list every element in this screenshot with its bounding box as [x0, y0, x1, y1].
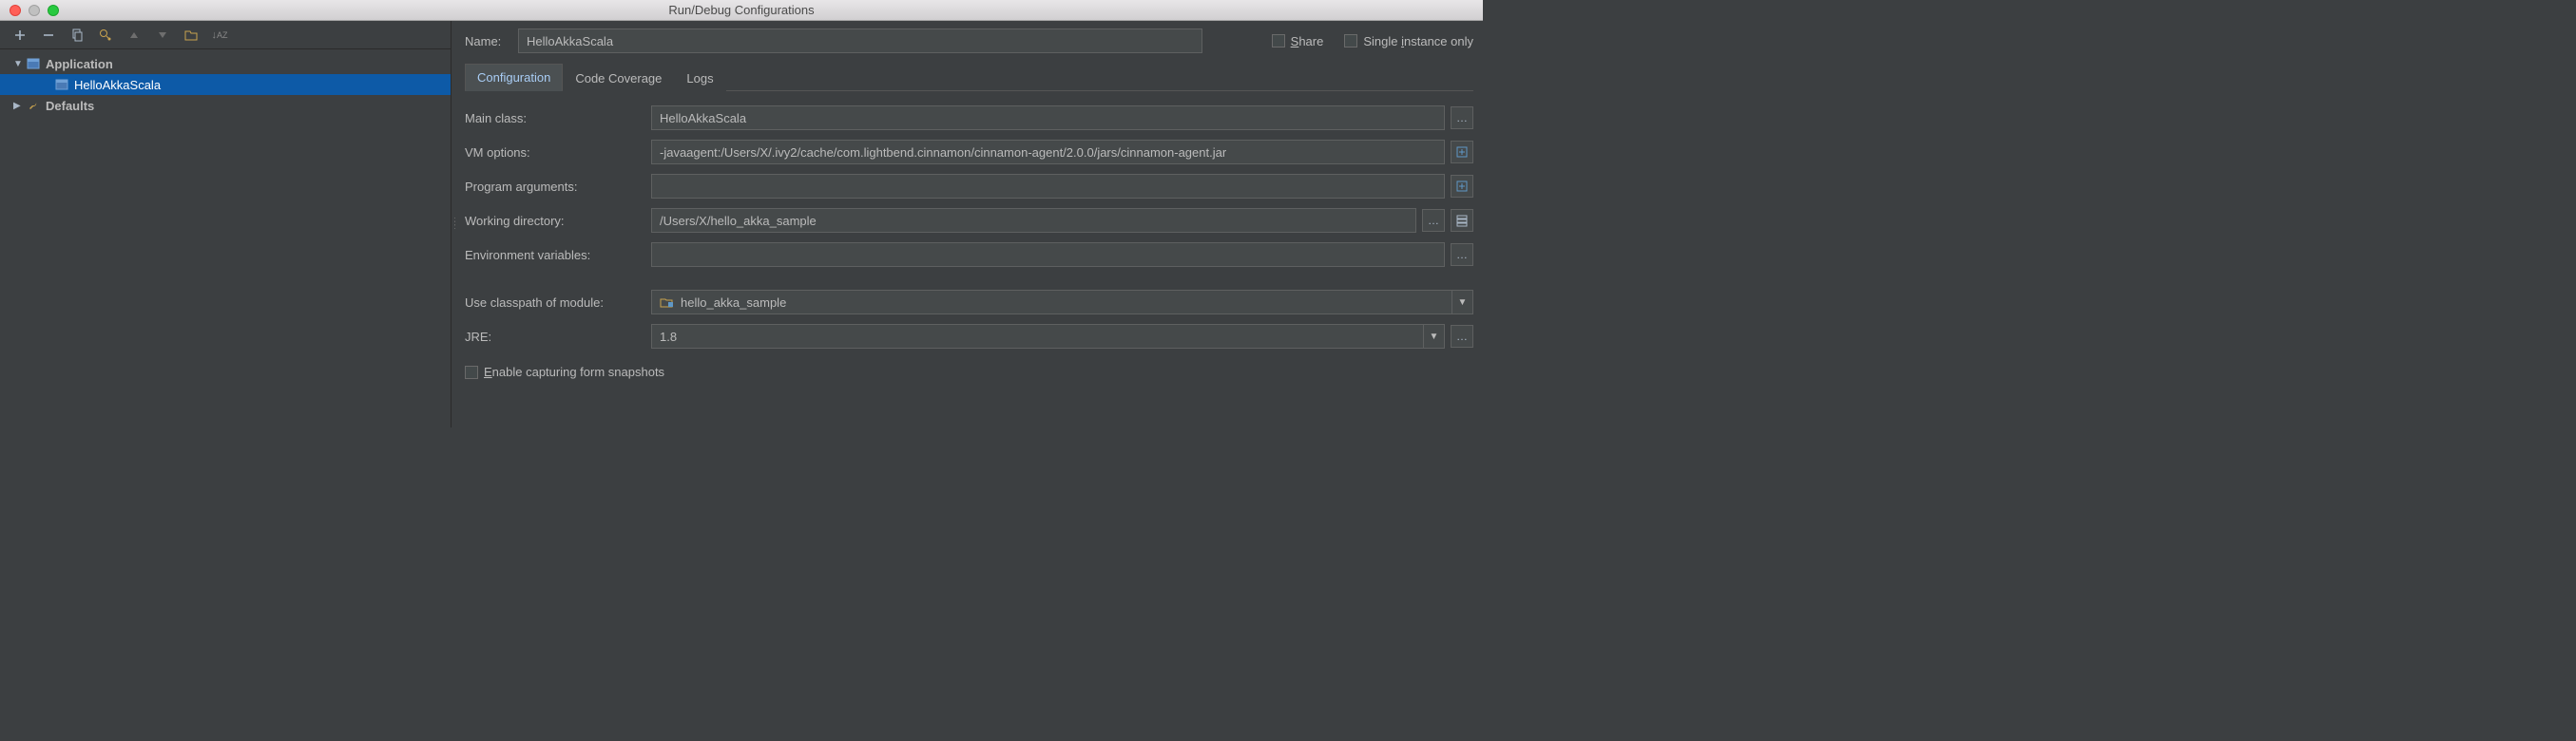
single-instance-checkbox[interactable]: Single instance only [1344, 34, 1473, 48]
env-vars-label: Environment variables: [465, 248, 645, 262]
config-header-row: Name: Share Single instance only [465, 28, 1473, 63]
tab-code-coverage[interactable]: Code Coverage [563, 65, 674, 91]
browse-jre-button[interactable]: … [1451, 325, 1473, 348]
traffic-lights [0, 5, 59, 16]
working-dir-row: Working directory: … [465, 203, 1473, 238]
enable-snapshots-checkbox[interactable]: Enable capturing form snapshots [465, 365, 664, 379]
chevron-down-icon: ▼ [1451, 290, 1472, 314]
program-args-row: Program arguments: [465, 169, 1473, 203]
maximize-window-button[interactable] [48, 5, 59, 16]
remove-config-button[interactable] [40, 27, 57, 44]
config-tabs: Configuration Code Coverage Logs [465, 63, 1473, 91]
main-class-label: Main class: [465, 111, 645, 125]
application-item-icon [55, 79, 70, 90]
main-class-input[interactable] [651, 105, 1445, 130]
tree-toolbar: ↓AZ [0, 21, 451, 49]
expand-program-args-button[interactable] [1451, 175, 1473, 198]
close-window-button[interactable] [10, 5, 21, 16]
checkbox-icon [1272, 34, 1285, 48]
config-tree: ▼ Application HelloAkkaScala ▶ Defaults [0, 49, 451, 428]
wrench-icon [27, 99, 42, 112]
share-label: Share [1291, 34, 1324, 48]
expand-arrow-icon: ▼ [13, 59, 23, 69]
tree-node-defaults[interactable]: ▶ Defaults [0, 95, 451, 116]
expand-vm-options-button[interactable] [1451, 141, 1473, 163]
program-args-label: Program arguments: [465, 180, 645, 194]
tree-node-helloakkascala[interactable]: HelloAkkaScala [0, 74, 451, 95]
vm-options-input[interactable] [651, 140, 1445, 164]
jre-row: JRE: 1.8 ▼ … [465, 319, 1473, 353]
classpath-label: Use classpath of module: [465, 295, 645, 310]
program-args-input[interactable] [651, 174, 1445, 199]
vm-options-row: VM options: [465, 135, 1473, 169]
main-class-row: Main class: … [465, 101, 1473, 135]
tab-logs[interactable]: Logs [674, 65, 725, 91]
path-vars-button[interactable] [1451, 209, 1473, 232]
tab-configuration[interactable]: Configuration [465, 64, 563, 91]
checkbox-icon [465, 366, 478, 379]
copy-config-button[interactable] [68, 27, 86, 44]
classpath-row: Use classpath of module: hello_akka_samp… [465, 285, 1473, 319]
classpath-module-select[interactable]: hello_akka_sample ▼ [651, 290, 1473, 314]
vm-options-label: VM options: [465, 145, 645, 160]
share-checkbox[interactable]: Share [1272, 34, 1324, 48]
configuration-form: Main class: … VM options: Program argume… [465, 91, 1473, 379]
move-up-button[interactable] [125, 27, 143, 44]
edit-env-vars-button[interactable]: … [1451, 243, 1473, 266]
application-icon [27, 58, 42, 69]
folder-button[interactable] [183, 27, 200, 44]
jre-value: 1.8 [660, 330, 677, 344]
tree-label: Application [46, 57, 113, 71]
classpath-module-value: hello_akka_sample [681, 295, 786, 310]
enable-snapshots-label: Enable capturing form snapshots [484, 365, 664, 379]
tree-label: Defaults [46, 99, 94, 113]
enable-snapshots-row: Enable capturing form snapshots [465, 353, 1473, 379]
env-vars-row: Environment variables: … [465, 238, 1473, 272]
window-titlebar: Run/Debug Configurations [0, 0, 1483, 21]
browse-working-dir-button[interactable]: … [1422, 209, 1445, 232]
config-tree-panel: ↓AZ ▼ Application HelloAkkaScala ▶ [0, 21, 452, 428]
tree-node-application[interactable]: ▼ Application [0, 53, 451, 74]
single-instance-label: Single instance only [1363, 34, 1473, 48]
config-name-input[interactable] [518, 28, 1202, 53]
name-label: Name: [465, 34, 509, 48]
window-title: Run/Debug Configurations [668, 3, 814, 17]
config-details-panel: Name: Share Single instance only Configu… [457, 21, 1483, 428]
save-config-button[interactable] [97, 27, 114, 44]
checkbox-icon [1344, 34, 1357, 48]
add-config-button[interactable] [11, 27, 29, 44]
working-dir-input[interactable] [651, 208, 1416, 233]
expand-arrow-icon: ▶ [13, 101, 23, 111]
sort-button[interactable]: ↓AZ [211, 27, 228, 44]
working-dir-label: Working directory: [465, 214, 645, 228]
module-icon [660, 296, 675, 308]
jre-select[interactable]: 1.8 ▼ [651, 324, 1445, 349]
minimize-window-button[interactable] [29, 5, 40, 16]
tree-label: HelloAkkaScala [74, 78, 161, 92]
chevron-down-icon: ▼ [1423, 324, 1444, 349]
jre-label: JRE: [465, 330, 645, 344]
move-down-button[interactable] [154, 27, 171, 44]
env-vars-input[interactable] [651, 242, 1445, 267]
browse-main-class-button[interactable]: … [1451, 106, 1473, 129]
